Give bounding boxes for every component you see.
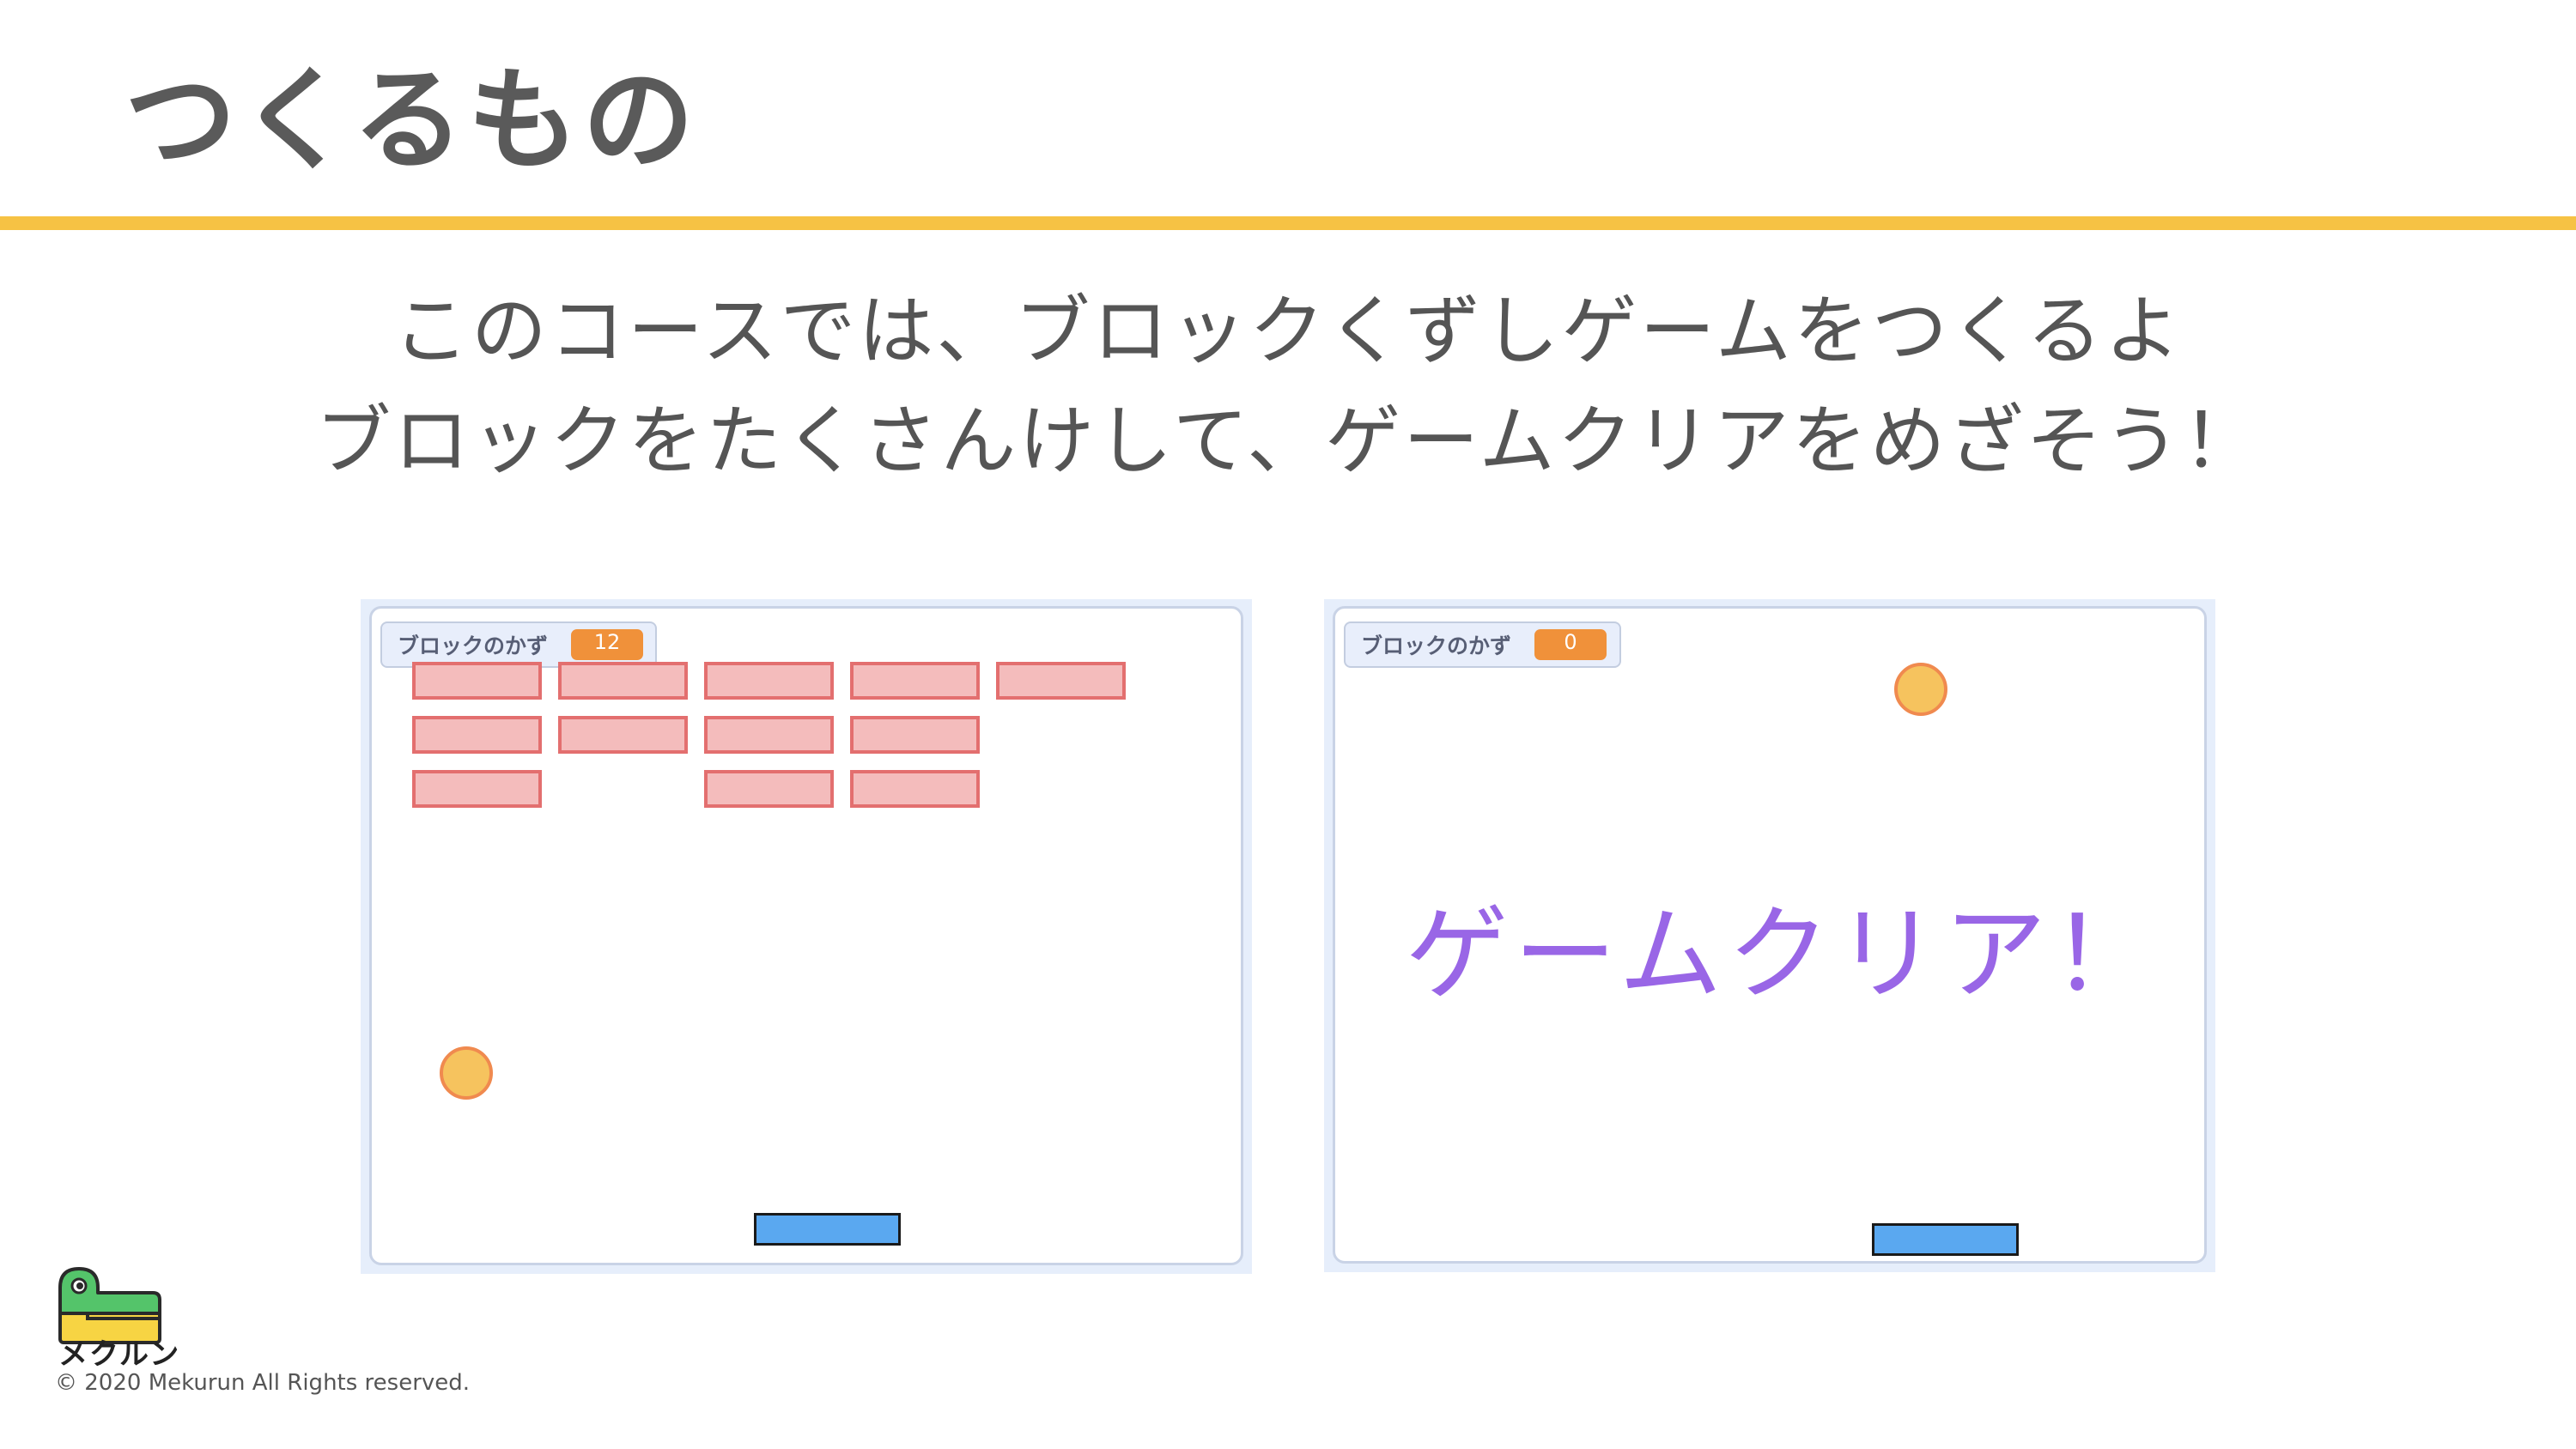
brick bbox=[704, 662, 834, 700]
intro-line-2: ブロックをたくさんけして、ゲームクリアをめざそう！ bbox=[315, 397, 2261, 485]
game-clear-message: ゲームクリア！ bbox=[1405, 895, 2160, 1015]
brick bbox=[850, 716, 980, 754]
block-count-monitor: ブロックのかず 0 bbox=[1344, 621, 1621, 668]
brick bbox=[412, 770, 542, 808]
stage-canvas: ブロックのかず 0 ゲームクリア！ bbox=[1333, 606, 2207, 1264]
brick bbox=[412, 662, 542, 700]
paddle bbox=[1872, 1223, 2019, 1256]
brick bbox=[850, 662, 980, 700]
copyright-text: © 2020 Mekurun All Rights reserved. bbox=[55, 1370, 471, 1396]
monitor-label: ブロックのかず bbox=[1361, 634, 1512, 658]
monitor-value: 0 bbox=[1534, 629, 1607, 660]
intro-line-1: このコースでは、ブロックくずしゲームをつくるよ bbox=[392, 287, 2184, 375]
game-stage-cleared: ブロックのかず 0 ゲームクリア！ bbox=[1324, 599, 2215, 1272]
paddle bbox=[754, 1213, 901, 1246]
logo-wordmark: メクルン bbox=[58, 1337, 181, 1372]
brick bbox=[558, 662, 688, 700]
brick bbox=[850, 770, 980, 808]
intro-text: このコースでは、ブロックくずしゲームをつくるよ ブロックをたくさんけして、ゲーム… bbox=[0, 276, 2576, 496]
game-stage-playing: ブロックのかず 12 bbox=[361, 599, 1252, 1274]
brick bbox=[558, 716, 688, 754]
stage-canvas: ブロックのかず 12 bbox=[369, 606, 1243, 1265]
monitor-value: 12 bbox=[571, 629, 643, 660]
brick bbox=[412, 716, 542, 754]
title-underline bbox=[0, 216, 2576, 230]
ball bbox=[440, 1046, 493, 1100]
brick bbox=[996, 662, 1126, 700]
block-count-monitor: ブロックのかず 12 bbox=[380, 621, 657, 668]
ball bbox=[1894, 663, 1947, 716]
brick bbox=[704, 716, 834, 754]
slide-title: つくるもの bbox=[125, 55, 698, 185]
brick bbox=[704, 770, 834, 808]
monitor-label: ブロックのかず bbox=[398, 634, 549, 658]
